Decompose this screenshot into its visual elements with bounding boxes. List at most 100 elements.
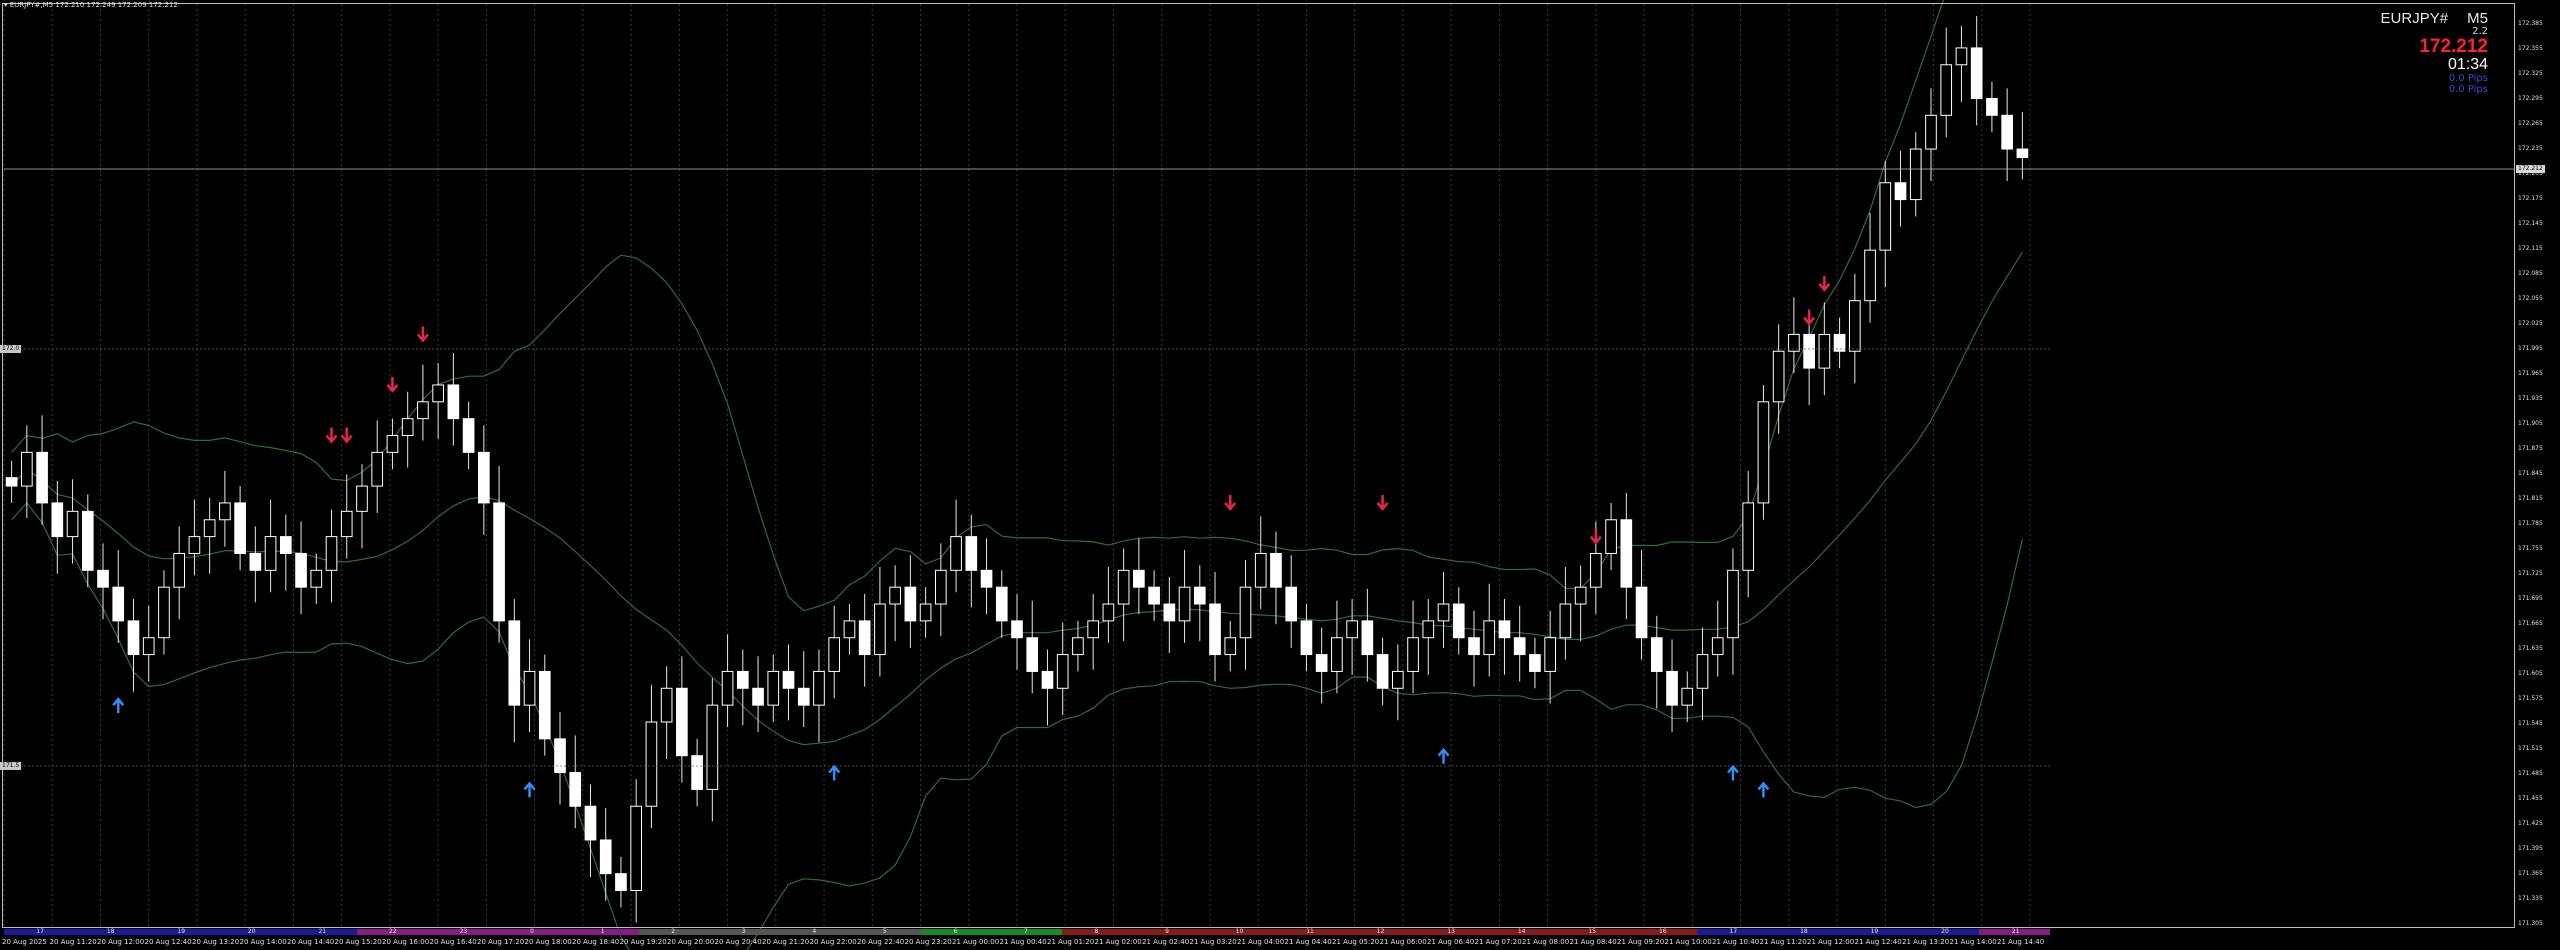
price-tick-label: 171.995 xyxy=(2518,345,2543,352)
candle-body xyxy=(310,569,323,588)
candle-body xyxy=(904,586,917,622)
candle-body xyxy=(493,502,505,622)
candle-body xyxy=(1391,670,1404,689)
price-tick-label: 172.085 xyxy=(2518,270,2543,277)
candle-body xyxy=(1970,47,1983,99)
price-tick-label: 171.425 xyxy=(2518,820,2543,827)
price-tick-label: 172.265 xyxy=(2518,120,2543,127)
candle-body xyxy=(371,451,384,487)
time-tick-label: 20 Aug 2025 xyxy=(2,938,47,946)
candle-body xyxy=(2016,148,2029,158)
candle-body xyxy=(1635,586,1648,639)
time-tick-label: 20 Aug 14:40 xyxy=(287,938,335,946)
candle-body xyxy=(1590,552,1602,588)
candle-body xyxy=(66,510,79,538)
candle-body xyxy=(1620,519,1633,588)
candle-body xyxy=(874,603,886,656)
candle-body xyxy=(249,552,262,571)
candle-body xyxy=(1544,637,1556,672)
candle-body xyxy=(1894,182,1907,201)
candle-body xyxy=(1239,586,1252,639)
candle-body xyxy=(462,418,475,453)
candle-body xyxy=(752,687,764,706)
candle-body xyxy=(569,772,582,807)
price-chart[interactable] xyxy=(0,0,2560,950)
candle-body xyxy=(843,620,856,639)
price-tick-label: 171.515 xyxy=(2518,745,2543,752)
candle-body xyxy=(1102,603,1115,622)
candle-body xyxy=(1087,620,1099,639)
candle-body xyxy=(1209,603,1221,656)
candle-body xyxy=(1818,333,1831,369)
time-tick-label: 20 Aug 17:20 xyxy=(477,938,525,946)
candle-body xyxy=(995,586,1008,622)
candle-body xyxy=(1422,620,1435,639)
time-tick-label: 21 Aug 14:40 xyxy=(1997,938,2045,946)
session-label: 11 xyxy=(1306,928,1314,935)
candle-body xyxy=(112,586,125,622)
candle-body xyxy=(1513,637,1526,656)
price-tick-label: 171.335 xyxy=(2518,895,2543,902)
time-tick-label: 21 Aug 13:20 xyxy=(1902,938,1950,946)
time-tick-label: 21 Aug 06:00 xyxy=(1379,938,1427,946)
candle-body xyxy=(1909,148,1922,201)
price-tick-label: 171.695 xyxy=(2518,595,2543,602)
price-tick-label: 171.305 xyxy=(2518,920,2543,927)
time-tick-label: 21 Aug 10:00 xyxy=(1664,938,1712,946)
time-tick-label: 21 Aug 02:40 xyxy=(1142,938,1190,946)
time-tick-label: 21 Aug 08:40 xyxy=(1569,938,1617,946)
time-tick-label: 20 Aug 12:00 xyxy=(97,938,145,946)
session-label: 13 xyxy=(1447,928,1455,935)
price-tick-label: 171.395 xyxy=(2518,845,2543,852)
candle-body xyxy=(1437,603,1450,622)
session-label: 19 xyxy=(1870,928,1879,935)
level-tag-high: 172.0 xyxy=(0,345,22,353)
candle-body xyxy=(1407,637,1419,672)
price-tick-label: 171.605 xyxy=(2518,670,2543,677)
candle-body xyxy=(660,687,673,723)
candle-body xyxy=(478,451,490,504)
candle-body xyxy=(980,569,993,588)
time-tick-label: 20 Aug 14:00 xyxy=(239,938,287,946)
candle-body xyxy=(950,536,962,571)
candle-body xyxy=(1803,333,1815,369)
candle-body xyxy=(340,510,353,538)
info-panel: EURJPY# M5 2.2 172.212 01:34 0.0 Pips 0.… xyxy=(2381,10,2488,95)
candle-body xyxy=(584,805,597,841)
price-tick-label: 171.875 xyxy=(2518,445,2543,452)
pips-value-2: 0.0 Pips xyxy=(2448,83,2488,95)
candle-body xyxy=(615,873,627,892)
session-label: 0 xyxy=(530,928,534,935)
time-tick-label: 21 Aug 04:00 xyxy=(1237,938,1285,946)
candle-body xyxy=(935,569,947,605)
candle-body xyxy=(630,805,643,892)
price-tick-label: 172.235 xyxy=(2518,145,2543,152)
candle-body xyxy=(1925,114,1937,150)
candle-body xyxy=(21,451,33,487)
price-tick-label: 172.385 xyxy=(2518,20,2543,27)
session-label: 22 xyxy=(389,928,397,935)
candle-body xyxy=(401,418,414,437)
info-symbol: EURJPY# xyxy=(2380,10,2449,27)
time-tick-label: 20 Aug 18:00 xyxy=(524,938,572,946)
candle-body xyxy=(127,620,140,656)
candle-body xyxy=(1574,586,1587,605)
price-tick-label: 171.485 xyxy=(2518,770,2543,777)
candle-body xyxy=(1285,586,1298,622)
price-tick-label: 171.365 xyxy=(2518,870,2543,877)
candle-body xyxy=(1498,620,1511,639)
time-tick-label: 21 Aug 12:40 xyxy=(1854,938,1902,946)
candle-body xyxy=(142,637,155,656)
candle-body xyxy=(1940,64,1953,116)
session-label: 8 xyxy=(1094,928,1099,935)
candle-body xyxy=(1742,502,1755,571)
candle-body xyxy=(97,569,109,588)
chart-header: ▾ EURJPY#,M5 172.210 172.249 172.209 172… xyxy=(4,1,178,9)
candle-body xyxy=(1041,670,1054,689)
time-tick-label: 20 Aug 23:20 xyxy=(904,938,952,946)
price-tick-label: 171.755 xyxy=(2518,545,2543,552)
time-tick-label: 20 Aug 16:00 xyxy=(382,938,430,946)
price-tick-label: 172.145 xyxy=(2518,220,2543,227)
session-label: 19 xyxy=(177,928,186,935)
candle-body xyxy=(1452,603,1465,639)
